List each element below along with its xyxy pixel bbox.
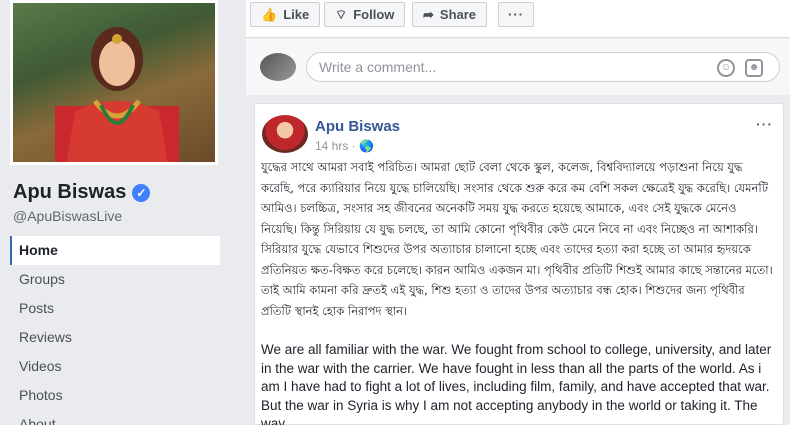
commenter-avatar [260, 53, 296, 81]
sticker-icon[interactable]: ☻ [745, 59, 763, 77]
post-card: Apu Biswas 14 hrs · 🌎 ··· যুদ্ধের সাথে আ… [254, 103, 784, 425]
nav-item-about[interactable]: About [10, 410, 220, 425]
nav-item-photos[interactable]: Photos [10, 381, 220, 410]
follow-label: Follow [353, 7, 395, 22]
thumbs-up-icon: 👍 [261, 6, 278, 22]
post-text-english: We are all familiar with the war. We fou… [261, 342, 772, 425]
main-column: 👍 Like ⌔ Follow ➦ Share ··· Write a comm… [246, 0, 790, 425]
follow-button[interactable]: ⌔ Follow [324, 2, 406, 27]
share-arrow-icon: ➦ [423, 6, 434, 22]
page-nav: Home Groups Posts Reviews Videos Photos … [10, 236, 220, 425]
post-time: 14 hrs · [315, 139, 356, 153]
comment-input[interactable]: Write a comment... ☺ ☻ [306, 52, 780, 82]
author-avatar[interactable] [262, 115, 308, 153]
share-button[interactable]: ➦ Share [412, 2, 488, 27]
rss-icon: ⌔ [335, 6, 348, 22]
globe-icon: 🌎 [359, 139, 374, 153]
emoji-icon[interactable]: ☺ [717, 59, 735, 77]
post-options-button[interactable]: ··· [756, 116, 773, 132]
page-name-text: Apu Biswas [13, 181, 127, 203]
profile-picture[interactable] [10, 0, 218, 165]
page-handle: @ApuBiswasLive [13, 208, 123, 224]
nav-item-reviews[interactable]: Reviews [10, 323, 220, 352]
check-badge-icon: ✓ [132, 183, 151, 202]
nav-item-videos[interactable]: Videos [10, 352, 220, 381]
like-label: Like [283, 7, 310, 22]
nav-item-groups[interactable]: Groups [10, 265, 220, 294]
page-actions-bar: 👍 Like ⌔ Follow ➦ Share ··· [246, 0, 790, 38]
like-button[interactable]: 👍 Like [250, 2, 321, 27]
comment-composer: Write a comment... ☺ ☻ [246, 39, 790, 95]
nav-item-home[interactable]: Home [10, 236, 220, 265]
post-text-bengali: যুদ্ধের সাথে আমরা সবাই পরিচিত। আমরা ছোট … [261, 160, 773, 318]
comment-placeholder: Write a comment... [319, 59, 437, 75]
nav-item-posts[interactable]: Posts [10, 294, 220, 323]
profile-photo-figure [55, 27, 179, 162]
more-options-button[interactable]: ··· [498, 2, 534, 27]
post-author[interactable]: Apu Biswas [315, 118, 400, 135]
left-column: Apu Biswas ✓ @ApuBiswasLive Home Groups … [0, 0, 232, 425]
share-label: Share [439, 7, 477, 22]
post-timestamp[interactable]: 14 hrs · 🌎 [315, 139, 374, 153]
page-name[interactable]: Apu Biswas ✓ [13, 181, 151, 204]
